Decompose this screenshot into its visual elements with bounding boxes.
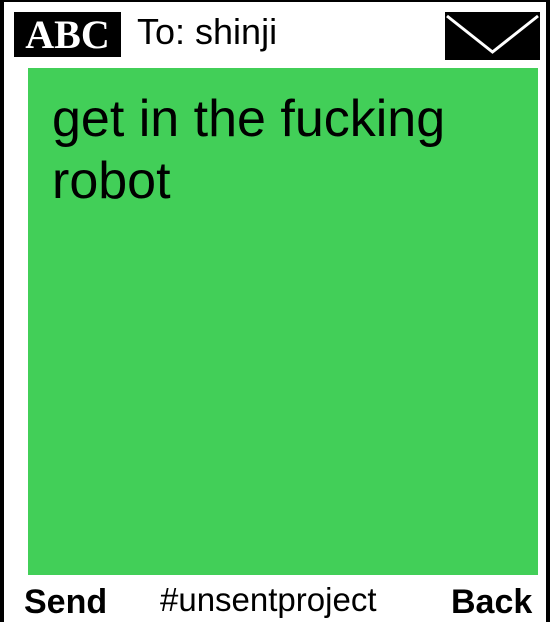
send-softkey[interactable]: Send	[24, 582, 107, 622]
phone-screen: ABC To: shinji get in the fucking robot …	[0, 0, 550, 622]
message-compose-area[interactable]: get in the fucking robot	[28, 68, 538, 575]
message-body[interactable]: get in the fucking robot	[52, 88, 510, 212]
input-mode-badge: ABC	[14, 12, 121, 57]
recipient-field[interactable]: To: shinji	[137, 8, 277, 56]
envelope-icon	[445, 12, 540, 60]
back-softkey[interactable]: Back	[451, 582, 532, 622]
hashtag-label: #unsentproject	[160, 581, 377, 618]
